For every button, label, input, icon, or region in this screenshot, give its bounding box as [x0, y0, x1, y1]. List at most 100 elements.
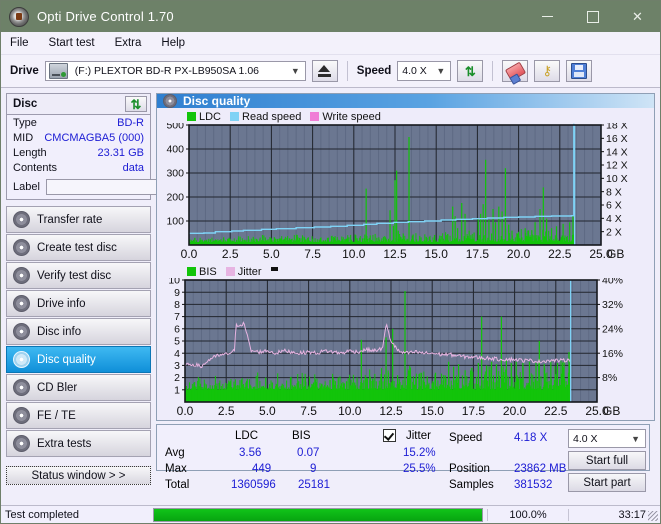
chevron-down-icon: ▼ [290, 66, 300, 76]
disc-label-caption: Label [13, 180, 40, 193]
svg-text:10 X: 10 X [606, 173, 628, 185]
app-disc-icon [9, 6, 29, 27]
ldc-plot[interactable]: 100 200 300 400 500 2 X4 X6 X8 X 10 X 12 X 14 X1… [159, 123, 652, 263]
menu-help[interactable]: Help [161, 37, 185, 49]
start-part-button[interactable]: Start part [568, 473, 646, 492]
disc-label-row: Label [7, 175, 250, 199]
svg-text:18 X: 18 X [606, 123, 628, 132]
speed-select[interactable]: 4.0 X ▼ [397, 61, 452, 81]
svg-text:22.5: 22.5 [548, 247, 572, 261]
disc-icon [13, 407, 30, 424]
svg-text:16 X: 16 X [606, 133, 628, 145]
start-full-button[interactable]: Start full [568, 451, 646, 470]
sidebar-item-verify-test-disc[interactable]: Verify test disc [6, 262, 151, 289]
speed-label: Speed [356, 65, 392, 77]
sidebar-item-drive-info[interactable]: Drive info [6, 290, 151, 317]
sidebar-item-label: Create test disc [37, 241, 117, 254]
legend-marker [270, 267, 278, 271]
opti-drive-control-window: Opti Drive Control 1.70 ✕ File Start tes… [0, 0, 661, 524]
stats-speed-select[interactable]: 4.0 X ▼ [568, 429, 646, 448]
disc-refresh-button[interactable]: ⇅ [125, 96, 147, 112]
toolbar-divider-2 [492, 61, 494, 81]
sidebar-item-label: Disc quality [37, 353, 96, 366]
stats-col-ldc: LDC [235, 430, 259, 442]
floppy-disk-icon [571, 63, 588, 79]
sidebar-item-disc-info[interactable]: Disc info [6, 318, 151, 345]
svg-text:200: 200 [166, 192, 184, 204]
svg-text:500: 500 [166, 123, 184, 132]
nav-list: Transfer rate Create test disc Verify te… [6, 206, 151, 457]
jitter-checkbox[interactable] [383, 429, 396, 443]
menu-extra[interactable]: Extra [115, 37, 142, 49]
disc-panel: Disc ⇅ Type BD-R MID CMCMAGBA5 (000) Len… [6, 93, 250, 200]
legend-swatch [230, 112, 240, 121]
menu-start-test[interactable]: Start test [49, 37, 95, 49]
menu-file[interactable]: File [10, 37, 29, 49]
disc-panel-header: Disc ⇅ [7, 94, 150, 115]
sidebar-item-cd-bler[interactable]: CD Bler [6, 374, 151, 401]
toolbar-divider [346, 61, 348, 81]
sidebar-item-create-test-disc[interactable]: Create test disc [6, 234, 151, 261]
disc-icon [13, 211, 30, 228]
stats-avg-ldc: 3.56 [239, 447, 262, 459]
svg-text:GB: GB [607, 247, 624, 261]
stats-samples-label: Samples [449, 479, 494, 491]
svg-text:4: 4 [174, 348, 180, 360]
sidebar-item-disc-quality[interactable]: Disc quality [6, 346, 151, 373]
title-bar: Opti Drive Control 1.70 ✕ [1, 1, 660, 32]
stats-position-label: Position [449, 463, 490, 475]
svg-text:4 X: 4 X [606, 213, 622, 225]
disc-icon [13, 379, 30, 396]
disc-row-length: Length 23.31 GB [7, 145, 150, 160]
bis-chart: BIS Jitter 1 2 3 4 5 6 7 8 9 10 8% 16% 24% 32% 40% 0.0 2… [159, 265, 652, 420]
legend-read-speed: Read speed [230, 111, 301, 123]
refresh-button[interactable]: ⇅ [457, 60, 484, 82]
sidebar-item-transfer-rate[interactable]: Transfer rate [6, 206, 151, 233]
progress-percent: 100.0% [487, 508, 568, 521]
chevron-down-icon: ▼ [631, 433, 640, 444]
svg-text:7: 7 [174, 311, 180, 323]
svg-text:15.0: 15.0 [421, 404, 445, 418]
legend-write-speed: Write speed [310, 111, 381, 123]
svg-text:15.0: 15.0 [425, 247, 449, 261]
legend-ldc: LDC [187, 111, 221, 123]
resize-grip[interactable] [648, 511, 658, 521]
save-button[interactable] [566, 60, 593, 82]
svg-text:5.0: 5.0 [263, 247, 280, 261]
svg-text:1: 1 [174, 384, 180, 396]
minimize-button[interactable] [525, 1, 570, 32]
sidebar-item-extra-tests[interactable]: Extra tests [6, 430, 151, 457]
left-sidebar: Disc ⇅ Type BD-R MID CMCMAGBA5 (000) Len… [1, 88, 250, 485]
disc-row-contents: Contents data [7, 160, 150, 175]
svg-text:400: 400 [166, 144, 184, 156]
svg-text:2.5: 2.5 [222, 247, 239, 261]
bis-plot[interactable]: 1 2 3 4 5 6 7 8 9 10 8% 16% 24% 32% 40% 0.0 2.5 5.0 7.5 10.… [159, 278, 652, 420]
keys-button[interactable]: ⚷ [534, 60, 561, 82]
svg-text:9: 9 [174, 287, 180, 299]
stats-row-avg: Avg [165, 447, 185, 459]
main-area: Disc ⇅ Type BD-R MID CMCMAGBA5 (000) Len… [1, 88, 660, 492]
close-icon[interactable]: ✕ [615, 1, 660, 32]
eject-icon [318, 65, 331, 72]
disc-type-label: Type [13, 116, 37, 129]
svg-text:3: 3 [174, 360, 180, 372]
ldc-chart: LDC Read speed Write speed 100 200 300 400 5… [159, 110, 652, 263]
svg-text:0.0: 0.0 [181, 247, 198, 261]
status-window-button[interactable]: Status window > > [6, 466, 151, 485]
sidebar-item-fe-te[interactable]: FE / TE [6, 402, 151, 429]
svg-text:0.0: 0.0 [177, 404, 194, 418]
svg-text:2: 2 [174, 372, 180, 384]
stats-samples-value: 381532 [514, 479, 553, 491]
stats-row-total: Total [165, 479, 190, 491]
erase-button[interactable] [502, 60, 529, 82]
stats-max-ldc: 449 [252, 463, 272, 475]
drive-select[interactable]: (F:) PLEXTOR BD-R PX-LB950SA 1.06 ▼ [44, 61, 306, 81]
legend-label: BIS [199, 265, 217, 278]
stats-col-bis: BIS [292, 430, 311, 442]
stats-speed-value: 4.18 X [514, 432, 548, 444]
elapsed-time: 33:17 [568, 508, 660, 521]
stats-speed-select-value: 4.0 X [573, 432, 598, 445]
eject-button[interactable] [311, 60, 338, 82]
maximize-button[interactable] [570, 1, 615, 32]
drive-label: Drive [10, 65, 39, 77]
